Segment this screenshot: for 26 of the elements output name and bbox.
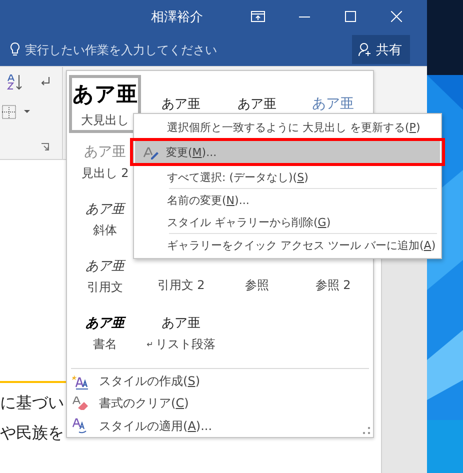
gallery-command[interactable]: 書式のクリア(C) (67, 392, 189, 415)
gallery-command[interactable]: スタイルの適用(A)... (67, 414, 212, 438)
lightbulb-icon (10, 42, 20, 57)
style-item[interactable]: あア亜 書名 (69, 306, 141, 361)
dialog-launcher-icon[interactable] (39, 141, 51, 153)
add-person-icon (358, 42, 372, 57)
ribbon-display-icon (251, 11, 265, 22)
menu-item[interactable]: スタイル ギャラリーから削除(G) (136, 211, 439, 233)
menu-item[interactable]: すべて選択: (データなし)(S) (136, 166, 439, 188)
borders-icon (2, 105, 16, 119)
maximize-icon (344, 11, 356, 22)
share-button[interactable]: 共有 (352, 35, 410, 64)
gallery-command[interactable]: スタイルの作成(S) (67, 370, 200, 393)
new-style-icon (72, 374, 89, 390)
close-icon (390, 11, 402, 22)
style-item[interactable]: あア亜 ↵ リスト段落 (145, 306, 217, 361)
menu-item[interactable]: 名前の変更(N)... (136, 189, 439, 211)
eraser-icon (72, 396, 89, 412)
apply-style-icon (72, 418, 89, 434)
user-name: 相澤裕介 (151, 8, 203, 26)
document-text: や民族を (0, 424, 64, 444)
minimize-icon (298, 16, 310, 18)
tell-me-field[interactable]: 実行したい作業を入力してください (25, 42, 225, 56)
menu-item[interactable]: 変更(M)... (135, 141, 440, 163)
resize-grip-icon[interactable] (363, 427, 370, 434)
document-text: に基づい (0, 394, 64, 414)
